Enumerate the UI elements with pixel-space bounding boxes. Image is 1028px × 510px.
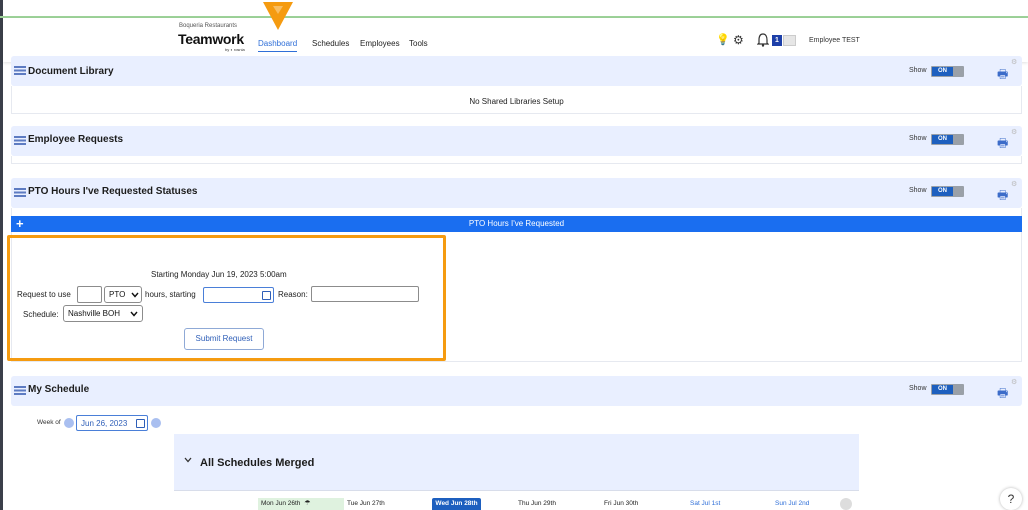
app-by-line: by ◐ rosnia	[225, 47, 245, 52]
document-library-body: No Shared Libraries Setup	[11, 86, 1022, 114]
mail-icon[interactable]	[783, 35, 796, 46]
week-of-label: Week of	[37, 419, 61, 426]
chevron-down-icon[interactable]	[184, 457, 192, 463]
bell-icon[interactable]	[757, 33, 769, 47]
toggle-on-label: ON	[932, 67, 953, 76]
day-header-tue[interactable]: Tue Jun 27th	[347, 498, 385, 510]
print-icon[interactable]: 🖶	[997, 186, 1008, 207]
user-name[interactable]: Employee TEST	[809, 37, 860, 44]
week-date-input[interactable]: Jun 26, 2023	[76, 415, 148, 431]
day-header-thu[interactable]: Thu Jun 29th	[518, 498, 556, 510]
merged-schedule-header: All Schedules Merged	[174, 434, 859, 490]
show-toggle[interactable]: ON	[931, 384, 964, 395]
drag-handle-icon[interactable]	[14, 386, 26, 395]
document-library-panel-header: Document Library Show ON 🖶 ⚙	[11, 56, 1022, 86]
calendar-icon[interactable]	[136, 419, 145, 428]
print-icon[interactable]: 🖶	[997, 134, 1008, 155]
help-button[interactable]: ?	[1000, 488, 1022, 510]
panel-gear-icon[interactable]: ⚙	[1011, 128, 1017, 136]
nav-employees[interactable]: Employees	[360, 39, 400, 48]
drag-handle-icon[interactable]	[14, 66, 26, 75]
my-schedule-panel-header: My Schedule Show ON 🖶 ⚙	[11, 376, 1022, 406]
panel-gear-icon[interactable]: ⚙	[1011, 378, 1017, 386]
pto-requested-bar[interactable]: + PTO Hours I've Requested	[11, 216, 1022, 232]
show-toggle[interactable]: ON	[931, 134, 964, 145]
highlight-box	[7, 235, 446, 361]
pointer-arrow-icon	[263, 2, 293, 30]
panel-title: Employee Requests	[28, 134, 124, 145]
app-logo[interactable]: Teamwork	[178, 31, 244, 47]
panel-title: PTO Hours I've Requested Statuses	[28, 186, 198, 197]
previous-week-button[interactable]	[64, 418, 74, 428]
show-toggle[interactable]: ON	[931, 66, 964, 77]
pto-statuses-panel-header: PTO Hours I've Requested Statuses Show O…	[11, 178, 1022, 208]
day-label: Mon Jun 26th	[261, 500, 301, 507]
nav-tools[interactable]: Tools	[409, 39, 428, 48]
notification-count-badge[interactable]: 1	[772, 35, 782, 46]
drag-handle-icon[interactable]	[14, 136, 26, 145]
print-icon[interactable]: 🖶	[997, 384, 1008, 405]
show-label: Show	[909, 385, 927, 392]
day-header-wed-today[interactable]: Wed Jun 28th	[432, 498, 481, 510]
panel-title: My Schedule	[28, 384, 90, 395]
weather-icon: ☂	[304, 500, 311, 507]
day-header-sat[interactable]: Sat Jul 1st	[690, 498, 720, 510]
left-edge-bar	[0, 0, 3, 510]
nav-dashboard[interactable]: Dashboard	[258, 39, 298, 52]
toggle-on-label: ON	[932, 385, 953, 394]
day-header-mon[interactable]: Mon Jun 26th ☂	[258, 498, 344, 510]
merged-schedule-title: All Schedules Merged	[200, 457, 315, 469]
employee-requests-body	[11, 156, 1022, 164]
drag-handle-icon[interactable]	[14, 188, 26, 197]
pto-bar-label: PTO Hours I've Requested	[468, 219, 565, 228]
org-name: Boqueria Restaurants	[179, 23, 238, 29]
schedule-settings-icon[interactable]	[840, 498, 852, 510]
toggle-on-label: ON	[932, 135, 953, 144]
panel-gear-icon[interactable]: ⚙	[1011, 58, 1017, 66]
panel-title: Document Library	[28, 66, 114, 77]
day-header-fri[interactable]: Fri Jun 30th	[604, 498, 638, 510]
print-icon[interactable]: 🖶	[997, 65, 1008, 86]
day-header-sun[interactable]: Sun Jul 2nd	[775, 498, 809, 510]
lightbulb-icon[interactable]: 💡	[716, 33, 730, 46]
no-libraries-message: No Shared Libraries Setup	[469, 97, 564, 106]
employee-requests-panel-header: Employee Requests Show ON 🖶 ⚙	[11, 126, 1022, 156]
toggle-on-label: ON	[932, 187, 953, 196]
gear-icon[interactable]: ⚙	[733, 33, 744, 47]
show-label: Show	[909, 67, 927, 74]
show-label: Show	[909, 135, 927, 142]
show-label: Show	[909, 187, 927, 194]
nav-schedules[interactable]: Schedules	[312, 39, 349, 48]
show-toggle[interactable]: ON	[931, 186, 964, 197]
week-date-value: Jun 26, 2023	[81, 419, 128, 428]
next-week-button[interactable]	[151, 418, 161, 428]
panel-gear-icon[interactable]: ⚙	[1011, 180, 1017, 188]
schedule-divider	[174, 490, 859, 491]
